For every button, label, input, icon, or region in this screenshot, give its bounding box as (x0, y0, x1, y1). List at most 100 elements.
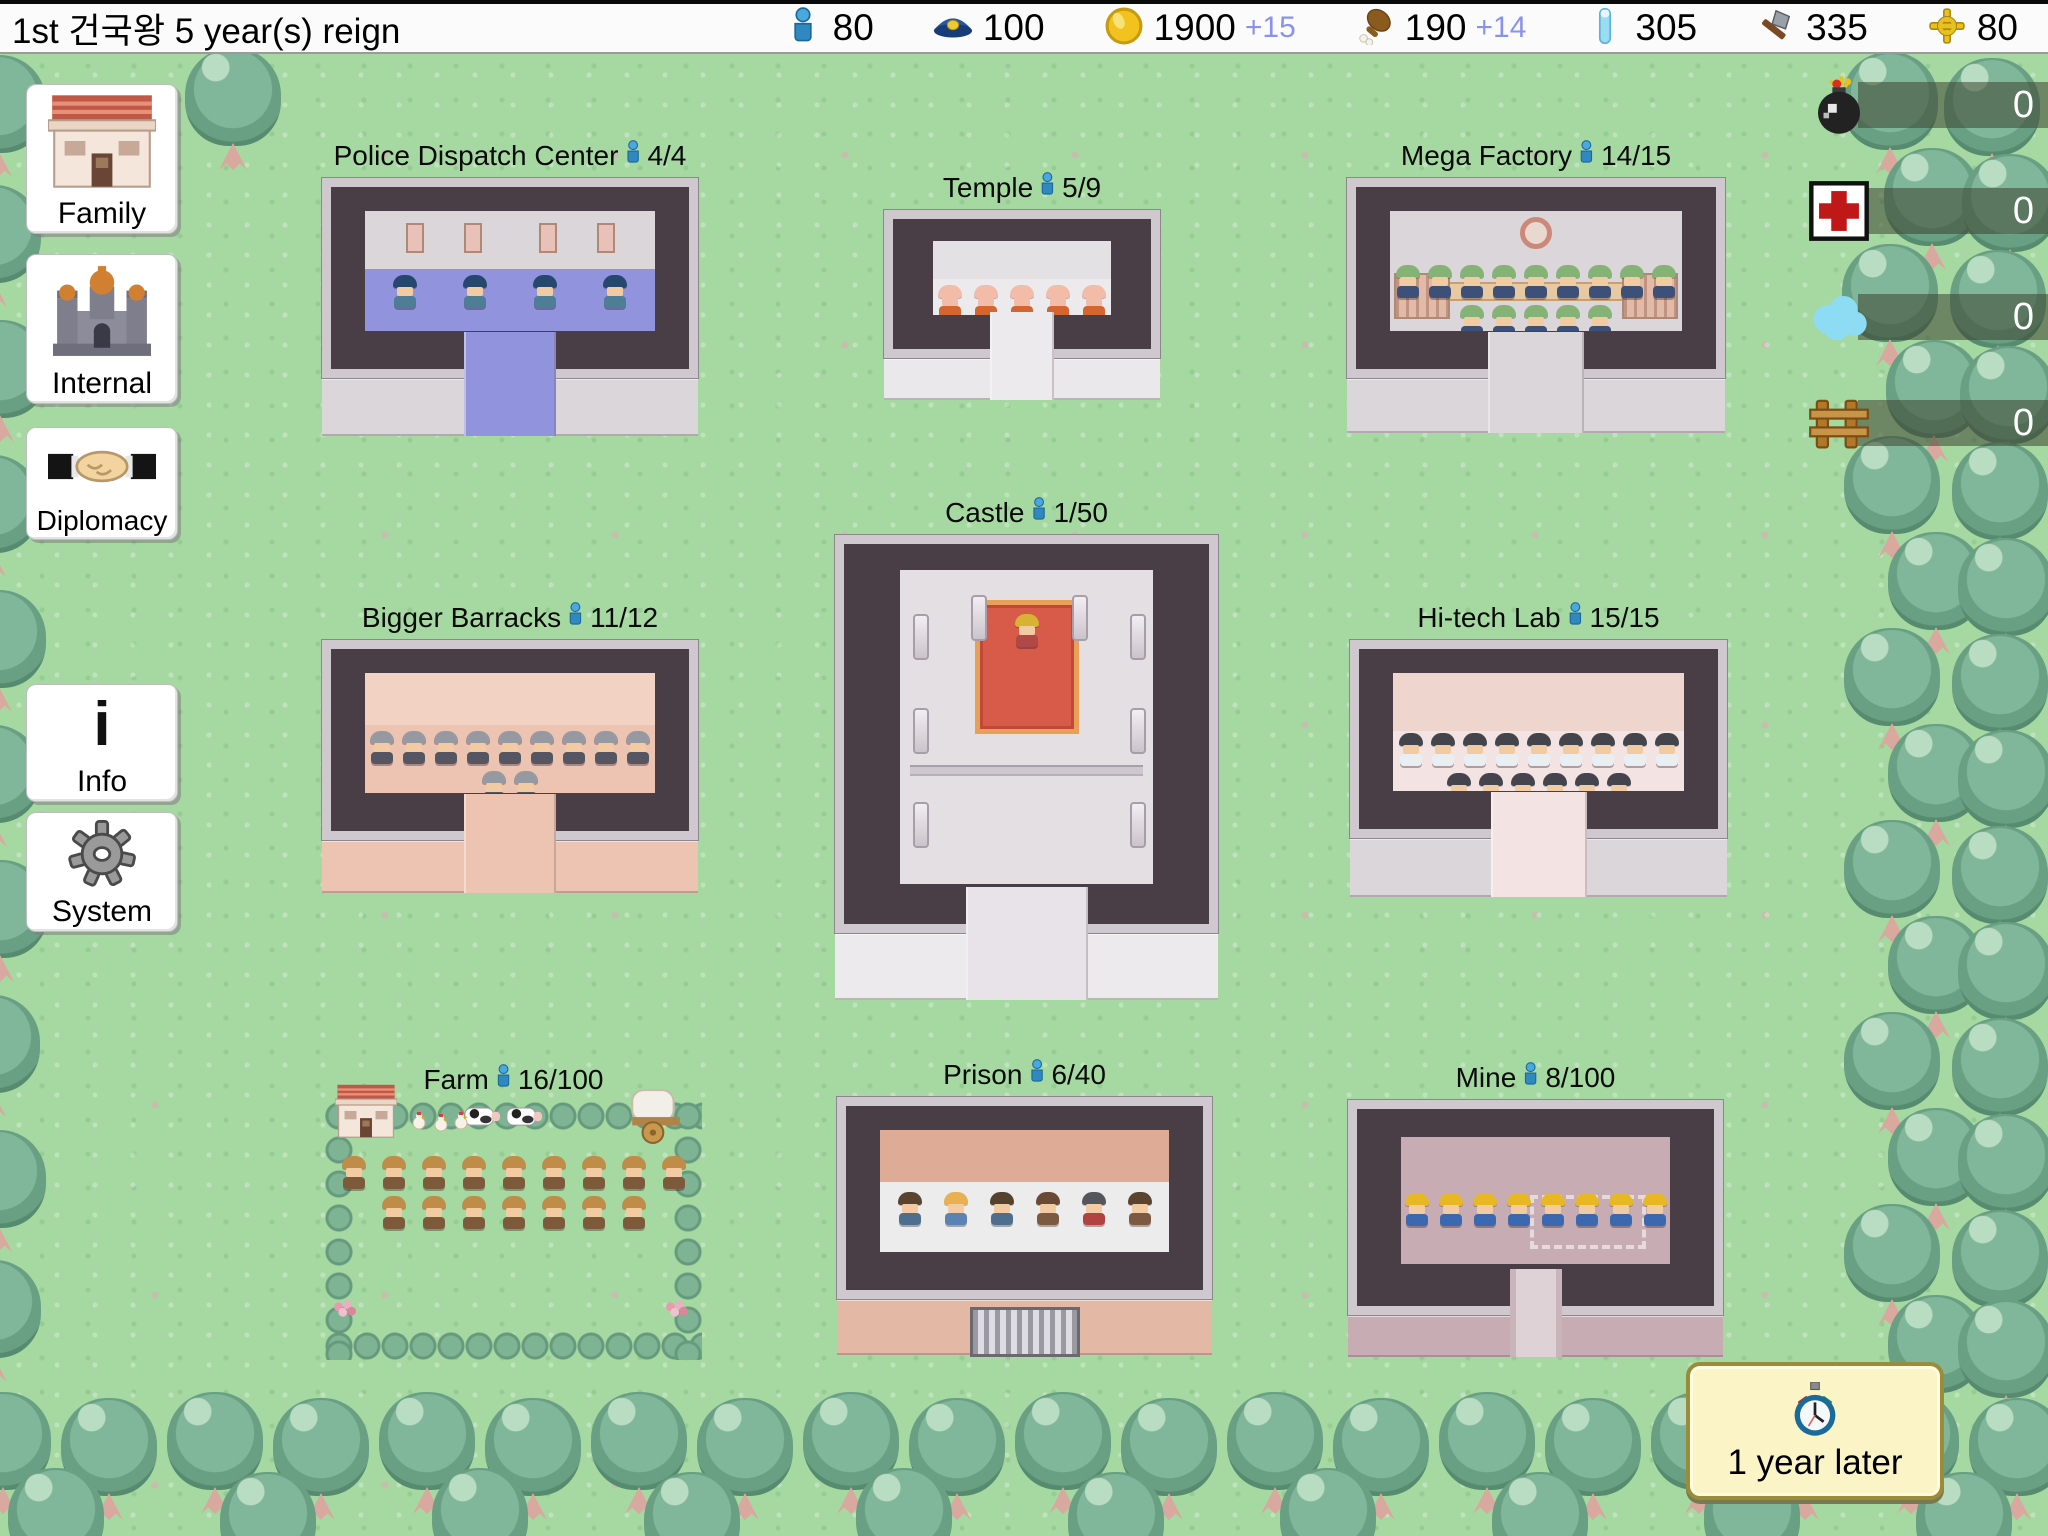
unit-scientist (1558, 733, 1584, 768)
unit-soldier (529, 731, 555, 766)
building-bigger-barracks[interactable]: Bigger Barracks11/12 (322, 640, 698, 893)
unit-face (486, 783, 502, 792)
resource-value: 100 (983, 7, 1045, 49)
unit-body (1528, 754, 1550, 766)
building-mine[interactable]: Mine8/100 (1348, 1100, 1723, 1357)
unit-body (1589, 286, 1611, 298)
resource-value: 1900 (1154, 7, 1236, 49)
family-house-icon (48, 85, 156, 198)
sidebar-button-family[interactable]: Family (26, 84, 178, 234)
building-hi-tech-lab[interactable]: Hi-tech Lab15/15 (1350, 640, 1727, 897)
status-bomb: 0 (1806, 72, 2048, 138)
gold-icon (1103, 7, 1145, 50)
advance-year-button[interactable]: 1 year later (1686, 1362, 1944, 1500)
unit-face (1443, 1205, 1459, 1214)
unit-body (543, 1177, 565, 1189)
unit-body (1083, 1213, 1105, 1225)
unit-face (1647, 1205, 1663, 1214)
unit-face (1531, 745, 1547, 754)
unit-face (942, 297, 958, 306)
unit-body (534, 296, 556, 308)
building-mega-factory[interactable]: Mega Factory14/15 (1347, 178, 1725, 433)
unit-body (371, 752, 393, 764)
unit-body (1576, 1214, 1598, 1226)
sidebar-button-info[interactable]: iInfo (26, 684, 178, 802)
unit-rows (900, 614, 1153, 649)
person-count-icon (1568, 602, 1583, 634)
unit-body (1592, 754, 1614, 766)
unit-face (1560, 277, 1576, 286)
game-screen: Police Dispatch Center4/4 Temple5/9 Mega F… (0, 0, 2048, 1536)
unit-police (532, 275, 558, 310)
building-police-dispatch-center[interactable]: Police Dispatch Center4/4 (322, 178, 698, 436)
unit-farmer (421, 1156, 447, 1191)
unit-face (586, 1168, 602, 1177)
building-castle[interactable]: Castle1/50 (835, 535, 1218, 1000)
unit-face (666, 1168, 682, 1177)
sidebar-label: Internal (52, 368, 152, 400)
status-value: 0 (2013, 296, 2034, 339)
building-farm[interactable]: Farm16/100 (325, 1102, 702, 1360)
sidebar-button-system[interactable]: System (26, 812, 178, 932)
unit-body (483, 792, 505, 793)
unit-face (1528, 317, 1544, 326)
unit-face (1624, 277, 1640, 286)
unit-body (503, 1177, 525, 1189)
building-prison[interactable]: Prison6/40 (837, 1097, 1212, 1355)
unit-face (1409, 1205, 1425, 1214)
status-medical: 0 (1806, 178, 2048, 244)
sidebar-label: Family (58, 198, 146, 230)
unit-body (1432, 754, 1454, 766)
unit-scientist (1430, 733, 1456, 768)
police-icon (932, 7, 974, 50)
unit-row (366, 731, 654, 766)
unit-face (1547, 785, 1563, 791)
unit-face (1400, 277, 1416, 286)
building-label: Castle1/50 (945, 497, 1108, 529)
unit-face (1595, 745, 1611, 754)
unit-face (1627, 745, 1643, 754)
unit-body (623, 1217, 645, 1229)
person-count-icon (1579, 140, 1594, 172)
unit-body (503, 1217, 525, 1229)
building-temple[interactable]: Temple5/9 (884, 210, 1160, 400)
unit-rows (365, 275, 655, 310)
tree-decoration (432, 1468, 528, 1536)
building-name: Mega Factory (1401, 140, 1572, 172)
unit-face (586, 1208, 602, 1217)
resource-gold: 1900 +15 (1103, 7, 1296, 50)
unit-worker (1587, 305, 1613, 331)
farmhouse-sprite (335, 1084, 397, 1138)
resource-delta: +14 (1475, 11, 1526, 45)
unit-face (1563, 745, 1579, 754)
unit-farmer (661, 1156, 687, 1191)
unit-body (1461, 326, 1483, 331)
unit-prisoner (897, 1192, 923, 1227)
unit-body (627, 752, 649, 764)
unit-face (466, 1208, 482, 1217)
unit-face (1659, 745, 1675, 754)
building-name: Bigger Barracks (362, 602, 561, 634)
reign-title: 1st 건국왕 5 year(s) reign (0, 3, 400, 54)
resource-delta: +15 (1245, 11, 1296, 45)
unit-row (1443, 773, 1635, 791)
resource-food: 190+14 (1354, 7, 1527, 50)
building-structure (837, 1097, 1212, 1299)
unit-body (563, 752, 585, 764)
resource-value: 335 (1806, 7, 1868, 49)
building-name: Prison (943, 1059, 1022, 1091)
chicken-sprite (453, 1112, 469, 1130)
unit-rows (325, 1156, 702, 1231)
tree-decoration (1280, 1468, 1376, 1536)
building-floor (365, 673, 655, 793)
unit-worker (1491, 305, 1517, 331)
person-count-icon (1523, 1062, 1538, 1094)
unit-body (1440, 1214, 1462, 1226)
sidebar-button-diplomacy[interactable]: Diplomacy (26, 427, 178, 540)
cow-sprite (505, 1104, 543, 1131)
sidebar-button-internal[interactable]: Internal (26, 254, 178, 404)
farm-bushes-left (325, 1102, 353, 1360)
unit-face (438, 743, 454, 752)
unit-scientist (1574, 773, 1600, 791)
unit-face (1477, 1205, 1493, 1214)
